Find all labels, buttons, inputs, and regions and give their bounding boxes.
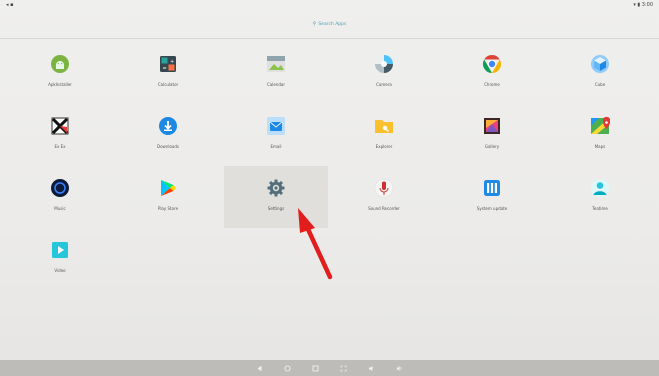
- divider: [0, 38, 659, 39]
- chrome-icon: [480, 52, 504, 76]
- app-label: Sound Recorder: [368, 206, 400, 211]
- navigation-bar: [0, 360, 659, 376]
- app-label: Calculator: [157, 82, 179, 87]
- recents-icon[interactable]: [312, 364, 320, 372]
- home-icon[interactable]: [284, 364, 292, 372]
- app-calendar[interactable]: Calendar: [224, 42, 328, 104]
- calendar-icon: [264, 52, 288, 76]
- app-label: Play Store: [157, 206, 179, 211]
- search-icon: ⚲: [312, 21, 317, 27]
- volume-icon[interactable]: [368, 364, 376, 372]
- search-bar[interactable]: ⚲ Search Apps: [0, 11, 659, 37]
- app-label: Gallery: [484, 144, 500, 149]
- app-apkinstaller[interactable]: ApkInstaller: [8, 42, 112, 104]
- x-icon: [48, 114, 72, 138]
- person-icon: [588, 176, 612, 200]
- status-right: ▾ ▮ 3:00: [633, 2, 653, 8]
- app-calculator[interactable]: + = Calculator: [116, 42, 220, 104]
- search-placeholder: Search Apps: [318, 21, 347, 27]
- app-email[interactable]: Email: [224, 104, 328, 166]
- folder-icon: [372, 114, 396, 138]
- app-label: Email: [270, 144, 282, 149]
- gallery-icon: [480, 114, 504, 138]
- app-label: Camera: [376, 82, 392, 87]
- app-label: Video: [54, 268, 66, 273]
- volume-up-icon[interactable]: [396, 364, 404, 372]
- calculator-icon: + =: [156, 52, 180, 76]
- gear-icon: [264, 176, 288, 200]
- app-camera[interactable]: Camera: [332, 42, 436, 104]
- cube-icon: [588, 52, 612, 76]
- app-maps[interactable]: Maps: [548, 104, 652, 166]
- app-label: Chrome: [484, 82, 500, 87]
- app-video[interactable]: Video: [8, 228, 112, 290]
- video-icon: [48, 238, 72, 262]
- app-label: Cube: [594, 82, 606, 87]
- microphone-icon: [372, 176, 396, 200]
- app-gallery[interactable]: Gallery: [440, 104, 544, 166]
- email-icon: [264, 114, 288, 138]
- app-chrome[interactable]: Chrome: [440, 42, 544, 104]
- app-playstore[interactable]: Play Store: [116, 166, 220, 228]
- status-left: ◂ ▪: [6, 2, 14, 8]
- music-icon: [48, 176, 72, 200]
- app-label: Music: [54, 206, 66, 211]
- app-label: Settings: [267, 206, 285, 211]
- app-downloads[interactable]: Downloads: [116, 104, 220, 166]
- app-label: System update: [476, 206, 508, 211]
- app-label: Explorer: [375, 144, 393, 149]
- download-icon: [156, 114, 180, 138]
- back-icon[interactable]: [256, 364, 264, 372]
- app-label: Calendar: [267, 82, 285, 87]
- app-soundrecorder[interactable]: Sound Recorder: [332, 166, 436, 228]
- app-label: Downloads: [157, 144, 179, 149]
- svg-text:=: =: [163, 66, 167, 72]
- android-icon: [48, 52, 72, 76]
- app-explorer[interactable]: Explorer: [332, 104, 436, 166]
- camera-icon: [372, 52, 396, 76]
- app-settings[interactable]: Settings: [224, 166, 328, 228]
- svg-text:+: +: [170, 59, 174, 65]
- app-cube[interactable]: Cube: [548, 42, 652, 104]
- android-launcher-screen: ◂ ▪ ▾ ▮ 3:00 ⚲ Search Apps ApkInstaller: [0, 0, 659, 376]
- app-music[interactable]: Music: [8, 166, 112, 228]
- maps-icon: [588, 114, 612, 138]
- app-label: Teatime: [592, 206, 608, 211]
- columns-icon: [480, 176, 504, 200]
- app-label: ApkInstaller: [48, 82, 72, 87]
- app-label: Maps: [594, 144, 606, 149]
- app-exkeys[interactable]: Ex Ex: [8, 104, 112, 166]
- app-teatime[interactable]: Teatime: [548, 166, 652, 228]
- status-bar: ◂ ▪ ▾ ▮ 3:00: [0, 0, 659, 10]
- play-store-icon: [156, 176, 180, 200]
- app-systemupdate[interactable]: System update: [440, 166, 544, 228]
- app-label: Ex Ex: [54, 144, 66, 149]
- screenshot-icon[interactable]: [340, 364, 348, 372]
- app-grid: ApkInstaller + = Calculator Calendar Cam…: [8, 42, 651, 302]
